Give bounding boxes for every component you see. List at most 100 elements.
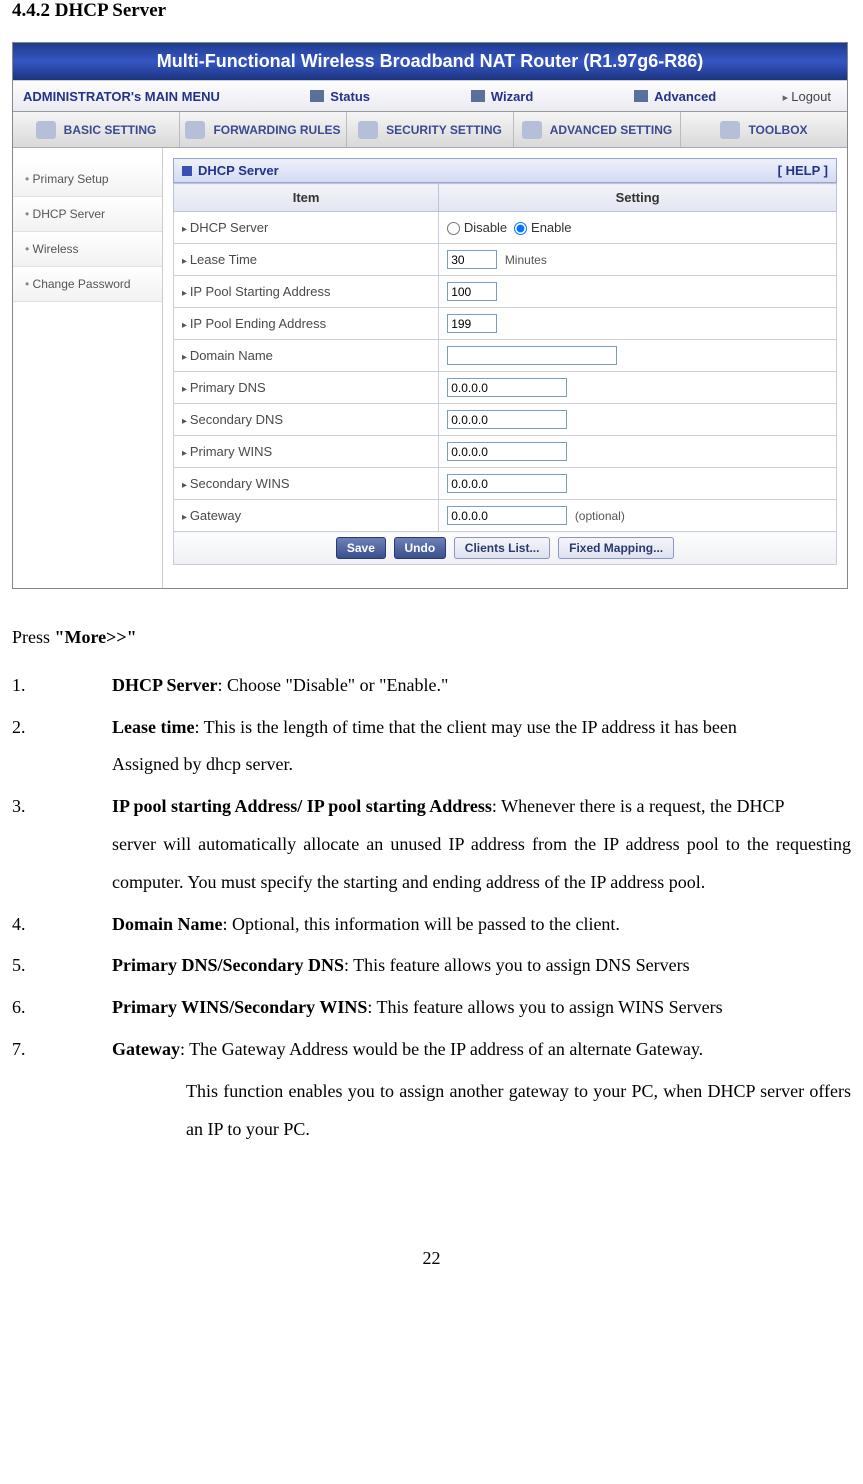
dhcp-server-label: DHCP Server — [174, 212, 439, 244]
sidebar-item-change-password[interactable]: Change Password — [13, 267, 162, 302]
col-item-header: Item — [174, 184, 439, 212]
tab-security-setting[interactable]: SECURITY SETTING — [347, 112, 514, 147]
secondary-dns-label: Secondary DNS — [174, 404, 439, 436]
basic-setting-icon — [36, 121, 56, 139]
item2-bold: Lease time — [112, 717, 194, 737]
section-title: 4.4.2 DHCP Server — [12, 0, 851, 22]
primary-wins-label: Primary WINS — [174, 436, 439, 468]
tab-forwarding-label: FORWARDING RULES — [213, 123, 340, 137]
tab-toolbox[interactable]: TOOLBOX — [681, 112, 847, 147]
col-setting-header: Setting — [439, 184, 837, 212]
list-item-1: 1. DHCP Server: Choose "Disable" or "Ena… — [12, 667, 851, 705]
primary-dns-label: Primary DNS — [174, 372, 439, 404]
primary-wins-input[interactable] — [447, 442, 567, 461]
gateway-label: Gateway — [174, 500, 439, 532]
row-dhcp-server: DHCP Server Disable Enable — [174, 212, 837, 244]
item4-bold: Domain Name — [112, 914, 223, 934]
item6-bold: Primary WINS/Secondary WINS — [112, 997, 367, 1017]
item1-bold: DHCP Server — [112, 675, 217, 695]
item4-rest: : Optional, this information will be pas… — [223, 914, 620, 934]
forwarding-icon — [185, 121, 205, 139]
num-7: 7. — [12, 1031, 112, 1069]
item3-bold: IP pool starting Address/ IP pool starti… — [112, 796, 492, 816]
row-gateway: Gateway (optional) — [174, 500, 837, 532]
tab-forwarding-rules[interactable]: FORWARDING RULES — [180, 112, 347, 147]
advanced-icon — [634, 90, 648, 102]
save-button[interactable]: Save — [336, 537, 386, 559]
num-4: 4. — [12, 906, 112, 944]
tab-toolbox-label: TOOLBOX — [748, 123, 807, 137]
item1-rest: : Choose "Disable" or "Enable." — [217, 675, 448, 695]
mainmenu-item-advanced[interactable]: Advanced — [634, 89, 716, 104]
sidebar-item-dhcp-server[interactable]: DHCP Server — [13, 197, 162, 232]
domain-label: Domain Name — [174, 340, 439, 372]
list-item-5: 5. Primary DNS/Secondary DNS: This featu… — [12, 947, 851, 985]
row-secondary-wins: Secondary WINS — [174, 468, 837, 500]
sidebar-item-primary-setup[interactable]: Primary Setup — [13, 162, 162, 197]
item6-rest: : This feature allows you to assign WINS… — [367, 997, 722, 1017]
window-titlebar: Multi-Functional Wireless Broadband NAT … — [13, 43, 847, 80]
dhcp-disable-radio[interactable] — [447, 222, 460, 235]
clients-list-button[interactable]: Clients List... — [454, 537, 551, 559]
panel-header: DHCP Server [ HELP ] — [173, 158, 837, 183]
gateway-input[interactable] — [447, 506, 567, 525]
page-number: 22 — [12, 1248, 851, 1269]
mainmenu-advanced-label: Advanced — [654, 89, 716, 104]
list-item-7: 7. Gateway: The Gateway Address would be… — [12, 1031, 851, 1069]
tab-advanced-setting[interactable]: ADVANCED SETTING — [514, 112, 681, 147]
dhcp-server-setting: Disable Enable — [439, 212, 837, 244]
panel-title: DHCP Server — [198, 163, 279, 178]
secondary-dns-input[interactable] — [447, 410, 567, 429]
wizard-icon — [471, 90, 485, 102]
row-ip-start: IP Pool Starting Address — [174, 276, 837, 308]
fixed-mapping-button[interactable]: Fixed Mapping... — [558, 537, 674, 559]
ip-end-input[interactable] — [447, 314, 497, 333]
content-panel: DHCP Server [ HELP ] Item Setting DHCP S… — [163, 148, 847, 588]
mainmenu-status-label: Status — [330, 89, 370, 104]
dhcp-disable-text: Disable — [464, 220, 507, 235]
main-menu-bar: ADMINISTRATOR's MAIN MENU Status Wizard … — [13, 80, 847, 112]
list-item-4: 4. Domain Name: Optional, this informati… — [12, 906, 851, 944]
press-more-pre: Press — [12, 627, 55, 647]
settings-table: Item Setting DHCP Server Disable Enable … — [173, 183, 837, 565]
list-item-3: 3. IP pool starting Address/ IP pool sta… — [12, 788, 851, 901]
mainmenu-item-wizard[interactable]: Wizard — [471, 89, 534, 104]
undo-button[interactable]: Undo — [394, 537, 447, 559]
lease-time-label: Lease Time — [174, 244, 439, 276]
dhcp-enable-text: Enable — [531, 220, 571, 235]
row-secondary-dns: Secondary DNS — [174, 404, 837, 436]
sidebar-item-wireless[interactable]: Wireless — [13, 232, 162, 267]
row-primary-wins: Primary WINS — [174, 436, 837, 468]
advanced-setting-icon — [522, 121, 542, 139]
tab-basic-setting[interactable]: BASIC SETTING — [13, 112, 180, 147]
row-primary-dns: Primary DNS — [174, 372, 837, 404]
security-icon — [358, 121, 378, 139]
list-item-6: 6. Primary WINS/Secondary WINS: This fea… — [12, 989, 851, 1027]
lease-time-input[interactable] — [447, 250, 497, 269]
item2-sub: Assigned by dhcp server. — [112, 746, 851, 784]
mainmenu-item-status[interactable]: Status — [310, 89, 370, 104]
lease-time-unit: Minutes — [505, 253, 547, 267]
secondary-wins-label: Secondary WINS — [174, 468, 439, 500]
item3-sub: server will automatically allocate an un… — [112, 826, 851, 902]
mainmenu-wizard-label: Wizard — [491, 89, 534, 104]
status-icon — [310, 90, 324, 102]
list-item-2: 2. Lease time: This is the length of tim… — [12, 709, 851, 785]
panel-header-icon — [182, 166, 192, 176]
ip-start-input[interactable] — [447, 282, 497, 301]
secondary-wins-input[interactable] — [447, 474, 567, 493]
num-2: 2. — [12, 709, 112, 785]
domain-input[interactable] — [447, 346, 617, 365]
press-more-line: Press "More>>" — [12, 619, 851, 657]
button-row: Save Undo Clients List... Fixed Mapping.… — [174, 532, 837, 565]
sidebar: Primary Setup DHCP Server Wireless Chang… — [13, 148, 163, 588]
row-ip-end: IP Pool Ending Address — [174, 308, 837, 340]
help-link[interactable]: [ HELP ] — [778, 163, 828, 178]
tab-basic-label: BASIC SETTING — [64, 123, 157, 137]
primary-dns-input[interactable] — [447, 378, 567, 397]
row-domain: Domain Name — [174, 340, 837, 372]
logout-link[interactable]: Logout — [767, 89, 847, 104]
dhcp-enable-radio[interactable] — [514, 222, 527, 235]
item2-rest: : This is the length of time that the cl… — [194, 717, 736, 737]
num-1: 1. — [12, 667, 112, 705]
